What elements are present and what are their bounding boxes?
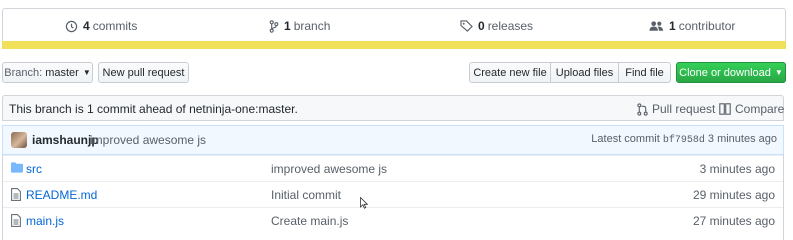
latest-commit-bar: iamshaunjp improved awesome js Latest co… [2, 125, 784, 155]
file-age: 3 minutes ago [699, 162, 775, 176]
table-row: README.md Initial commit 29 minutes ago [3, 181, 783, 207]
folder-icon [11, 162, 23, 176]
pull-request-link[interactable]: Pull request [637, 102, 715, 116]
file-age: 29 minutes ago [692, 188, 775, 202]
branch-ahead-notice: This branch is 1 commit ahead of netninj… [2, 95, 784, 121]
branch-select-button[interactable]: Branch: master ▼ [2, 62, 93, 83]
history-icon [65, 20, 78, 33]
file-name[interactable]: src [26, 162, 42, 176]
commits-count: 4 [83, 19, 90, 33]
ahead-message: This branch is 1 commit ahead of netninj… [9, 102, 298, 116]
commits-link[interactable]: 4 commits [65, 9, 137, 43]
language-bar [2, 41, 786, 49]
clone-or-download-label: Clone or download [679, 66, 771, 79]
latest-commit-label: Latest commit [591, 133, 660, 145]
latest-commit-info: Latest commit bf7958d 3 minutes ago [591, 133, 777, 146]
file-commit-message[interactable]: Initial commit [271, 188, 341, 202]
clone-or-download-button[interactable]: Clone or download ▼ [676, 62, 786, 83]
people-icon [649, 20, 664, 32]
file-age: 27 minutes ago [692, 214, 775, 228]
releases-count: 0 [478, 19, 485, 33]
commits-label: commits [92, 19, 138, 33]
branch-prefix: Branch: [4, 66, 43, 79]
contributors-count: 1 [669, 19, 676, 33]
create-new-file-button[interactable]: Create new file [469, 62, 551, 83]
upload-files-label: Upload files [555, 66, 614, 79]
new-pull-request-button[interactable]: New pull request [98, 62, 189, 83]
commit-age: 3 minutes ago [707, 133, 777, 145]
upload-files-button[interactable]: Upload files [551, 62, 619, 83]
tag-icon [460, 20, 473, 32]
releases-label: releases [487, 19, 534, 33]
compare-icon [719, 103, 731, 115]
compare-label: Compare [735, 102, 785, 116]
branches-link[interactable]: 1 branch [269, 9, 330, 43]
commit-author[interactable]: iamshaunjp [32, 133, 99, 147]
compare-link[interactable]: Compare [719, 102, 784, 116]
find-file-label: Find file [625, 66, 664, 79]
mouse-cursor-icon [360, 196, 369, 212]
file-name[interactable]: main.js [26, 214, 64, 228]
commit-sha[interactable]: bf7958d [663, 135, 705, 146]
file-icon [11, 188, 21, 204]
pull-request-label: Pull request [652, 102, 716, 116]
caret-down-icon: ▼ [774, 68, 783, 77]
branches-label: branch [293, 19, 331, 33]
avatar[interactable] [11, 132, 27, 148]
branch-name: master [45, 66, 79, 79]
create-new-file-label: Create new file [473, 66, 547, 79]
branches-count: 1 [284, 19, 291, 33]
file-commit-message[interactable]: Create main.js [271, 214, 348, 228]
contributors-link[interactable]: 1 contributor [649, 9, 735, 43]
commit-message[interactable]: improved awesome js [90, 133, 206, 147]
table-row: src improved awesome js 3 minutes ago [3, 155, 783, 181]
releases-link[interactable]: 0 releases [460, 9, 533, 43]
find-file-button[interactable]: Find file [619, 62, 671, 83]
pull-request-icon [637, 102, 648, 116]
file-table: src improved awesome js 3 minutes ago RE… [2, 155, 784, 240]
branch-icon [269, 19, 279, 33]
new-pull-request-label: New pull request [102, 66, 185, 79]
caret-down-icon: ▼ [82, 68, 91, 77]
contributors-label: contributor [678, 19, 736, 33]
table-row: main.js Create main.js 27 minutes ago [3, 207, 783, 233]
file-icon [11, 214, 21, 230]
file-commit-message[interactable]: improved awesome js [271, 162, 387, 176]
file-name[interactable]: README.md [26, 188, 97, 202]
